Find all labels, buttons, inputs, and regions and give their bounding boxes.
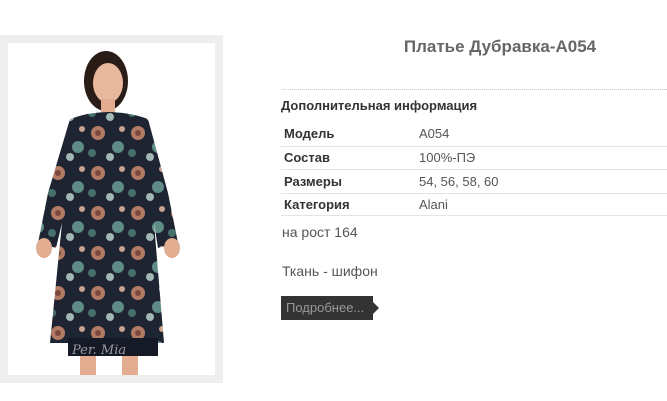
fabric-note: Ткань - шифон xyxy=(282,263,378,279)
spec-label: Состав xyxy=(284,150,330,166)
spec-row-category: Категория Alani xyxy=(281,192,667,217)
spec-value: Alani xyxy=(419,197,448,213)
spec-row-composition: Состав 100%-ПЭ xyxy=(281,145,667,170)
spec-value: A054 xyxy=(419,126,450,142)
product-title: Платье Дубравка-A054 xyxy=(403,37,597,56)
spec-label: Размеры xyxy=(284,173,342,189)
product-photo[interactable]: Per. Mia xyxy=(8,43,215,375)
height-note: на рост 164 xyxy=(282,224,358,240)
product-image-frame: Per. Mia xyxy=(0,35,223,383)
spec-row-model: Модель A054 xyxy=(281,122,667,146)
dress-model-image xyxy=(8,43,215,375)
specs-table: Модель A054 Состав 100%-ПЭ Размеры 54, 5… xyxy=(281,122,667,217)
spec-label: Модель xyxy=(284,126,335,142)
image-watermark: Per. Mia xyxy=(72,343,127,358)
additional-info-heading: Дополнительная информация xyxy=(281,98,478,113)
spec-value: 100%-ПЭ xyxy=(419,150,476,166)
more-details-button[interactable]: Подробнее... xyxy=(281,296,379,320)
spec-row-sizes: Размеры 54, 56, 58, 60 xyxy=(281,169,667,193)
divider xyxy=(282,89,667,90)
spec-label: Категория xyxy=(284,197,350,213)
spec-value: 54, 56, 58, 60 xyxy=(419,173,499,189)
